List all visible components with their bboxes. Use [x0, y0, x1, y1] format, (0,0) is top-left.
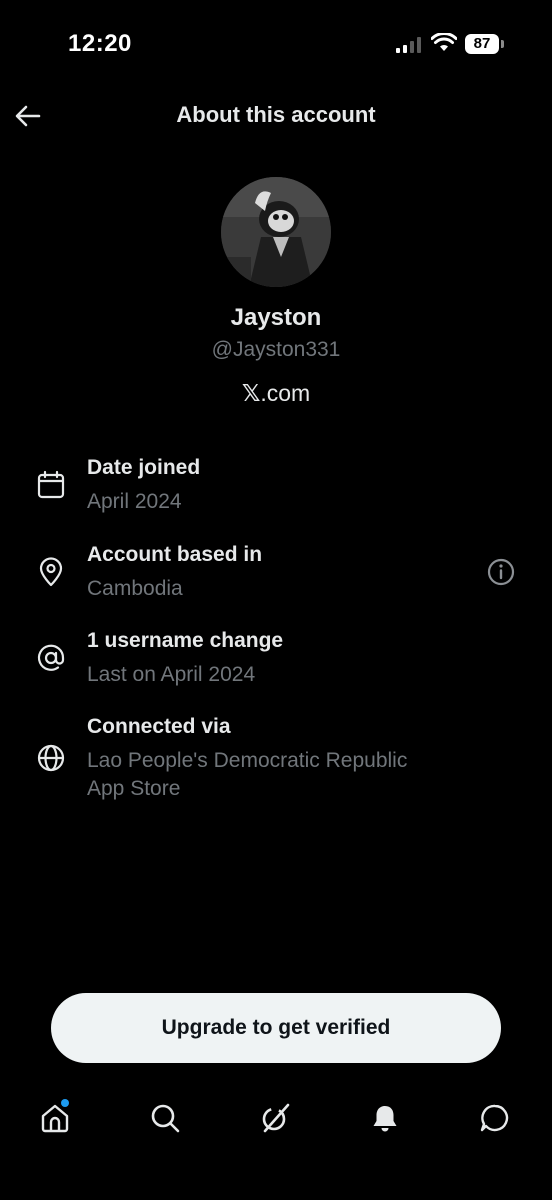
x-logo: 𝕏 [241, 381, 261, 407]
detail-value: Lao People's Democratic Republic [87, 749, 408, 772]
search-icon [151, 1104, 180, 1133]
detail-title: 1 username change [87, 629, 284, 652]
header: About this account [0, 90, 552, 142]
site-link[interactable]: 𝕏.com [0, 380, 552, 407]
messages-icon [480, 1104, 509, 1132]
detail-value-line2: App Store [87, 777, 181, 800]
bottom-nav [0, 1090, 552, 1150]
nav-notifications[interactable] [367, 1100, 403, 1136]
display-name: Jayston [230, 304, 322, 331]
detail-title: Connected via [87, 715, 231, 738]
upgrade-verified-button[interactable]: Upgrade to get verified [51, 993, 501, 1063]
home-notification-dot [61, 1099, 69, 1107]
globe-icon [37, 744, 65, 772]
at-sign-icon [37, 644, 65, 671]
avatar-image [221, 177, 331, 287]
cellular-signal-icon [396, 37, 421, 53]
info-circle-icon[interactable] [486, 557, 516, 587]
wifi-icon [431, 33, 457, 51]
battery-tip [501, 40, 504, 48]
location-pin-icon [39, 557, 63, 587]
battery-level: 87 [465, 34, 499, 54]
nav-messages[interactable] [477, 1100, 513, 1136]
nav-search[interactable] [147, 1100, 183, 1136]
grok-icon [262, 1103, 290, 1133]
detail-value: Last on April 2024 [87, 663, 256, 686]
user-handle: @Jayston331 [211, 338, 341, 361]
detail-title: Date joined [87, 456, 201, 479]
detail-value: April 2024 [87, 490, 182, 513]
detail-title: Account based in [87, 543, 263, 566]
status-bar: 12:20 87 [0, 0, 552, 90]
avatar[interactable] [221, 177, 331, 287]
site-link-suffix: .com [260, 380, 311, 406]
nav-grok[interactable] [257, 1100, 293, 1136]
page-title: About this account [176, 102, 376, 127]
detail-value: Cambodia [87, 577, 183, 600]
status-time: 12:20 [68, 30, 132, 57]
bell-icon [373, 1106, 397, 1132]
calendar-icon [37, 470, 65, 499]
